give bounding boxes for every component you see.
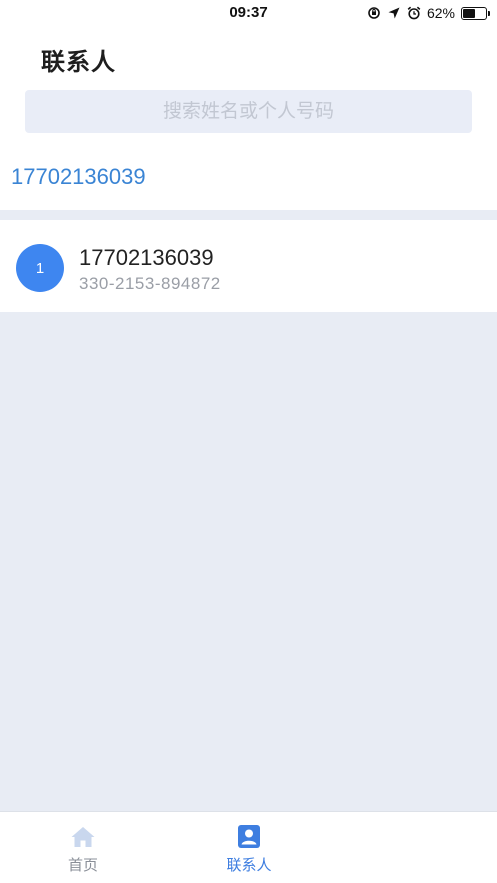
alarm-icon [407,6,421,20]
tab-contacts-label: 联系人 [226,857,272,874]
contact-name: 17702136039 [79,245,214,270]
tab-home-label: 首页 [67,857,98,874]
tab-home[interactable]: 首页 [0,812,166,883]
avatar: 1 [16,244,64,292]
list-item[interactable]: 1 17702136039 330-2153-894872 [0,220,497,312]
status-bar: 09:37 62% [0,0,497,28]
battery-percent: 62% [426,5,455,21]
battery-icon [461,6,490,20]
tab-contacts[interactable]: 联系人 [166,812,332,883]
contact-list: 1 17702136039 330-2153-894872 [0,220,497,312]
home-icon [71,827,95,847]
orientation-lock-icon [368,7,380,19]
battery-fill [463,8,475,18]
quick-number-link[interactable]: 17702136039 [11,164,146,190]
tab-bar: 首页 联系人 [0,811,497,883]
page-title: 联系人 [41,49,116,76]
header: 联系人 17702136039 [0,28,497,210]
contact-subtitle: 330-2153-894872 [79,274,221,293]
battery-tip [488,10,490,16]
location-icon [388,7,400,19]
screen: 09:37 62% 联系人 1770213603 [0,0,497,883]
search-input[interactable] [25,90,472,133]
contact-card-icon [238,825,260,848]
status-indicators: 62% [367,4,490,22]
